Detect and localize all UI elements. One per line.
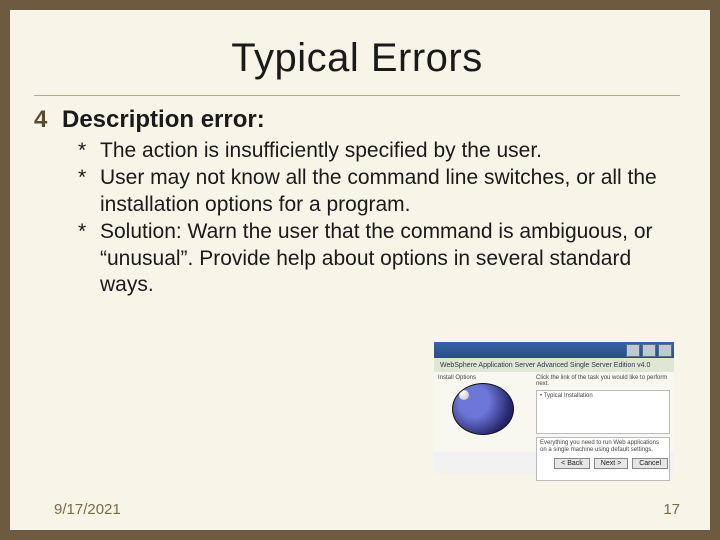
star-icon: * [78, 219, 100, 300]
next-button[interactable]: Next > [594, 458, 628, 469]
option-box: • Typical Installation [536, 390, 670, 434]
back-button[interactable]: < Back [554, 458, 590, 469]
star-icon: * [78, 138, 100, 165]
slide: Typical Errors 4 Description error: * Th… [10, 10, 710, 530]
opt-desc-a: Everything you need to run Web applicati… [540, 440, 666, 447]
bullet-marker: 4 [34, 106, 62, 134]
planet-art [452, 383, 514, 435]
sub-a: * The action is insufficiently specified… [78, 138, 680, 165]
star-icon: * [78, 165, 100, 219]
slide-title: Typical Errors [34, 36, 680, 81]
product-band: WebSphere Application Server Advanced Si… [434, 358, 674, 372]
opt-typical: • Typical Installation [540, 393, 666, 400]
sub-c-text: Solution: Warn the user that the command… [100, 219, 680, 300]
sub-b: * User may not know all the command line… [78, 165, 680, 219]
sub-c: * Solution: Warn the user that the comma… [78, 219, 680, 300]
bullet-description-error: 4 Description error: [34, 106, 680, 134]
slide-frame: Typical Errors 4 Description error: * Th… [0, 0, 720, 540]
moon-art [459, 390, 469, 400]
installer-screenshot: WebSphere Application Server Advanced Si… [434, 342, 674, 474]
sub-bullets: * The action is insufficiently specified… [78, 138, 680, 299]
close-icon [658, 344, 672, 357]
maximize-icon [642, 344, 656, 357]
bullet-text: Description error: [62, 106, 265, 134]
opt-desc-b: on a single machine using default settin… [540, 447, 666, 454]
title-rule [34, 95, 680, 96]
titlebar [434, 342, 674, 358]
cancel-button[interactable]: Cancel [632, 458, 668, 469]
install-hint: Click the link of the task you would lik… [536, 375, 670, 387]
installer-left: Install Options [434, 372, 532, 452]
sub-a-text: The action is insufficiently specified b… [100, 138, 542, 165]
sub-b-text: User may not know all the command line s… [100, 165, 680, 219]
installer-right: Click the link of the task you would lik… [532, 372, 674, 452]
installer-body: Install Options Click the link of the ta… [434, 372, 674, 452]
footer-page: 17 [663, 501, 680, 518]
install-options-label: Install Options [438, 375, 528, 381]
minimize-icon [626, 344, 640, 357]
footer-date: 9/17/2021 [54, 501, 121, 518]
